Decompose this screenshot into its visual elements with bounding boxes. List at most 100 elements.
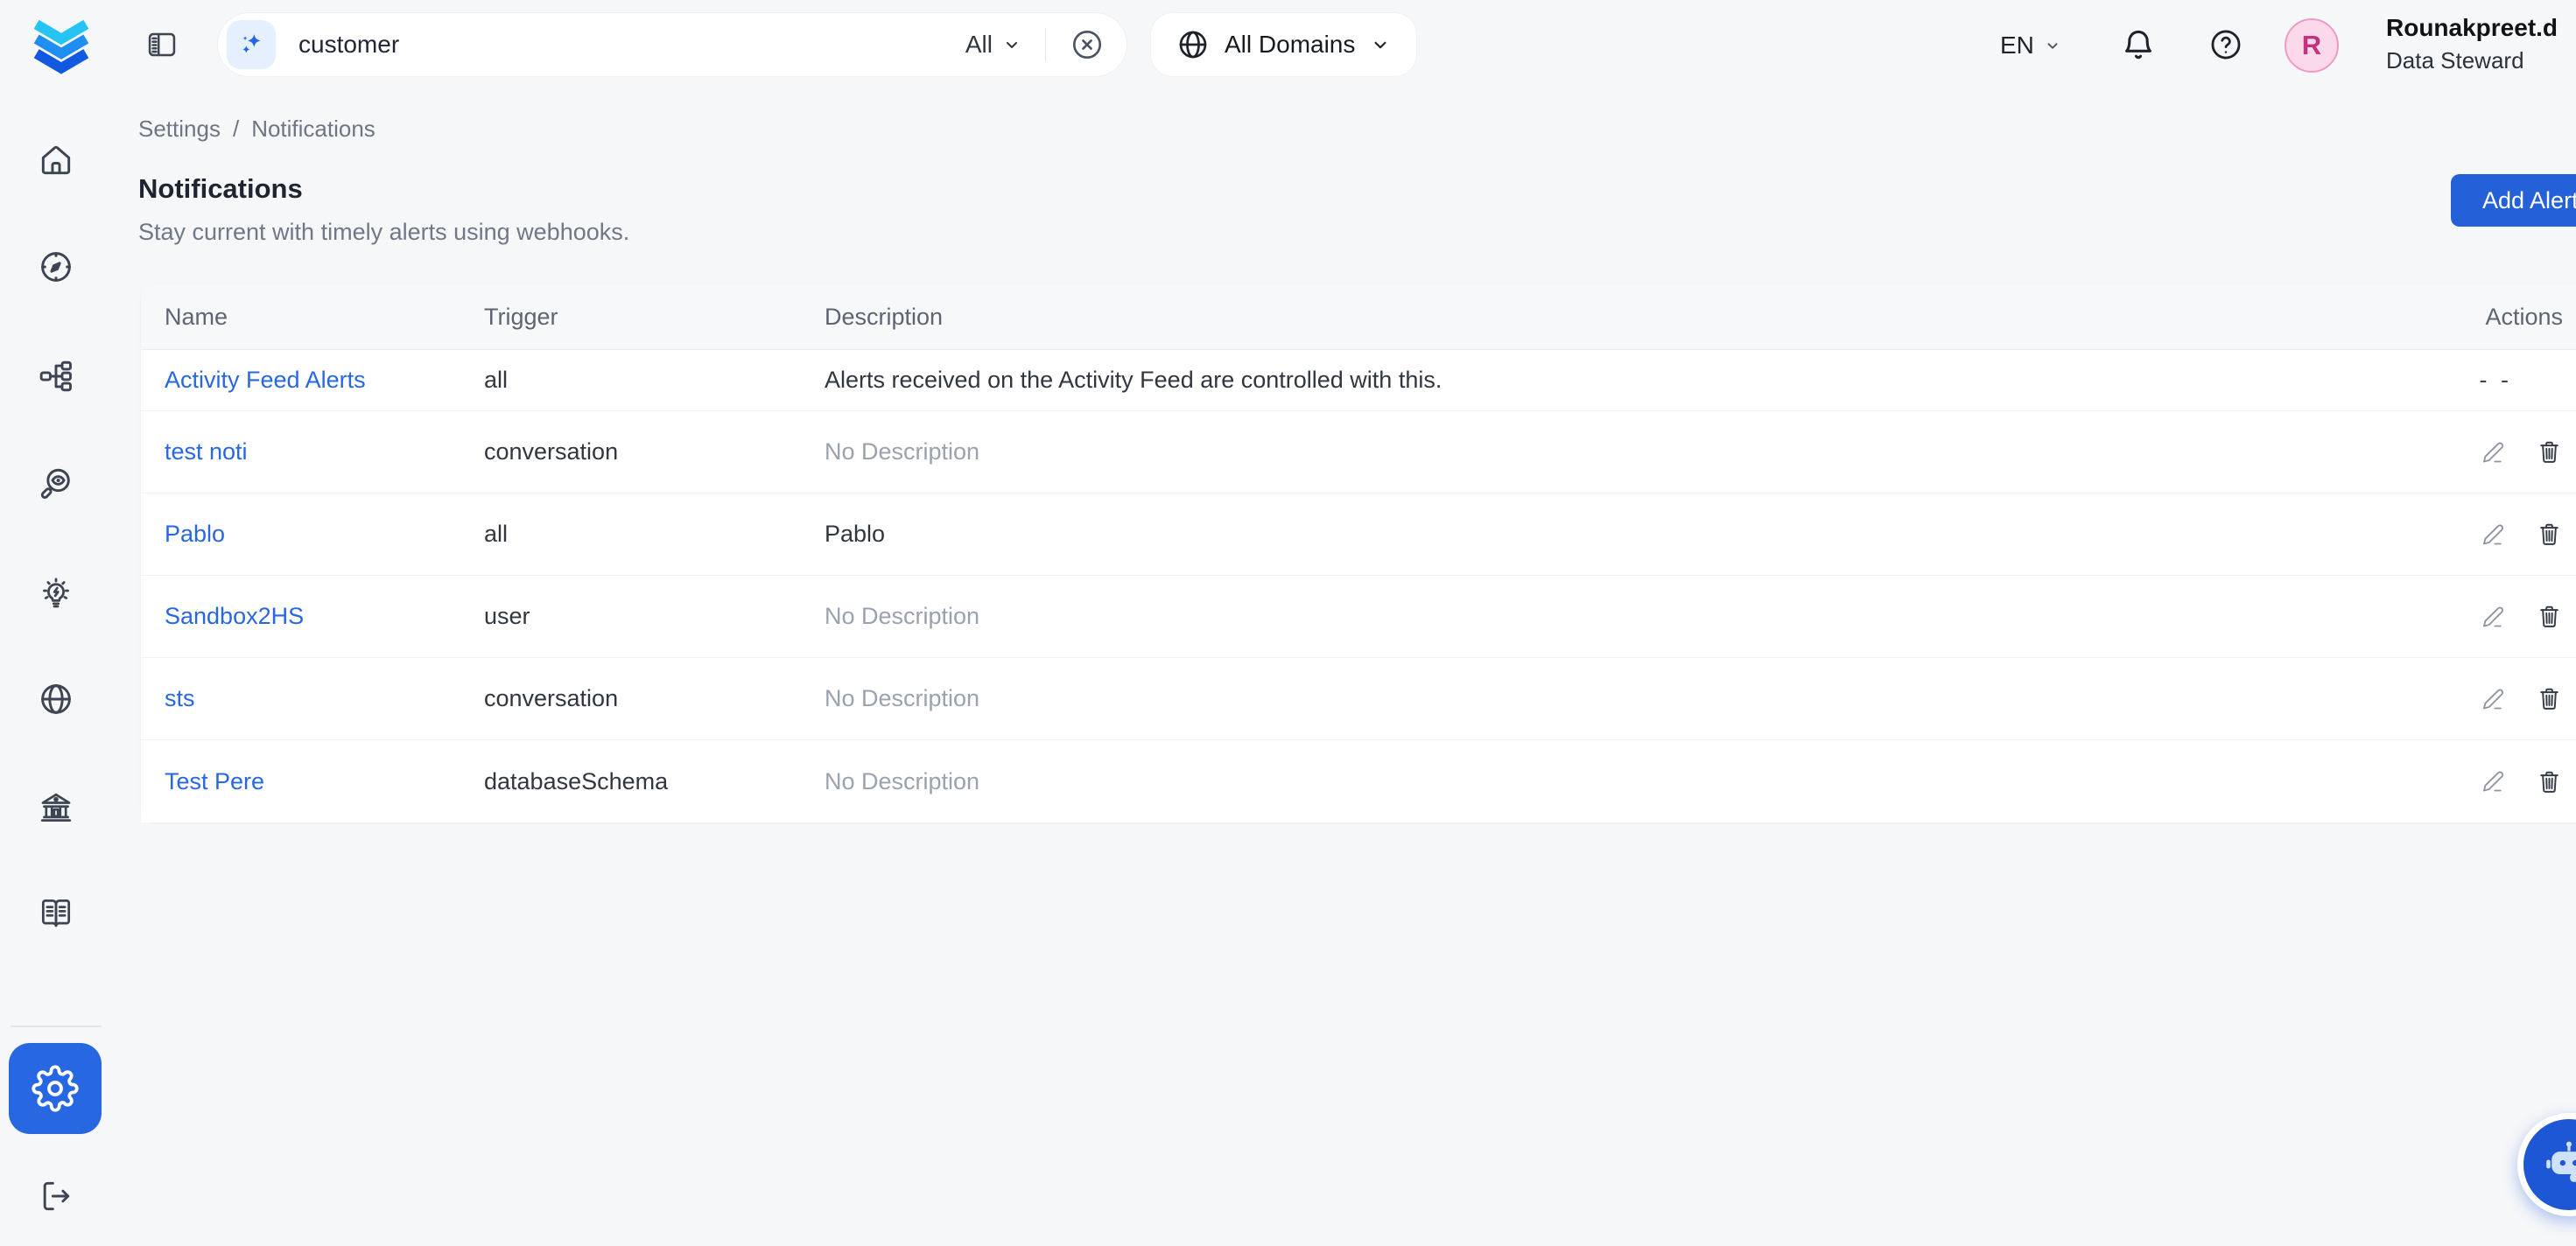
all-domains-label: All Domains (1225, 31, 1355, 59)
alert-actions (2362, 438, 2563, 466)
edit-icon[interactable] (2481, 440, 2506, 465)
table-header: Name Trigger Description Actions (141, 284, 2576, 350)
breadcrumb-settings[interactable]: Settings (138, 116, 221, 143)
search-divider (1045, 28, 1046, 61)
breadcrumb-notifications: Notifications (251, 116, 376, 143)
robot-icon (2540, 1136, 2576, 1194)
language-label: EN (2000, 32, 2034, 60)
alert-description: Pablo (825, 521, 2362, 548)
alert-trigger: all (484, 367, 825, 394)
sidebar-item-govern[interactable] (36, 788, 76, 828)
hierarchy-icon (37, 357, 75, 396)
user-role: Data Steward (2386, 46, 2558, 76)
alert-actions (2362, 768, 2563, 795)
sidebar-item-explore[interactable] (36, 247, 76, 287)
global-search-bar[interactable]: All (217, 12, 1127, 77)
clear-search-icon[interactable] (1069, 26, 1106, 63)
sidebar-item-data-assets[interactable] (36, 356, 76, 396)
search-scope-label: All (965, 31, 993, 59)
globe-icon (1176, 27, 1211, 62)
alert-actions (2362, 685, 2563, 712)
alert-actions (2362, 521, 2563, 548)
home-icon (37, 141, 75, 179)
delete-icon[interactable] (2536, 685, 2563, 712)
sidebar-item-insights[interactable] (36, 573, 76, 613)
all-domains-dropdown[interactable]: All Domains (1150, 12, 1417, 77)
add-alert-button[interactable]: Add Alert (2451, 174, 2576, 227)
user-name: Rounakpreet.d (2386, 12, 2558, 44)
breadcrumb: Settings / Notifications (138, 116, 376, 143)
app-logo-icon[interactable] (26, 10, 96, 80)
alert-trigger: user (484, 603, 825, 630)
logout-icon (37, 1177, 75, 1215)
chatbot-button[interactable] (2517, 1113, 2576, 1216)
column-header-name: Name (165, 304, 484, 331)
sidebar-item-home[interactable] (36, 140, 76, 180)
app-root: { "topbar": { "search": { "value": "cust… (0, 0, 2576, 1246)
edit-icon[interactable] (2481, 522, 2506, 547)
delete-icon[interactable] (2536, 521, 2563, 548)
alert-trigger: databaseSchema (484, 768, 825, 795)
notifications-bell-icon[interactable] (2118, 24, 2158, 65)
alert-name-link[interactable]: Sandbox2HS (165, 603, 304, 629)
alert-description: Alerts received on the Activity Feed are… (825, 367, 2362, 394)
delete-icon[interactable] (2536, 603, 2563, 630)
alert-trigger: all (484, 521, 825, 548)
page-title: Notifications (138, 173, 303, 205)
table-row: Test Pere databaseSchema No Description (141, 740, 2576, 822)
table-row: Activity Feed Alerts all Alerts received… (141, 350, 2576, 411)
avatar-initial: R (2302, 30, 2321, 61)
sidebar-item-settings[interactable] (9, 1043, 102, 1134)
user-menu[interactable]: Rounakpreet.d Data Steward (2386, 12, 2558, 76)
gear-icon (32, 1065, 79, 1112)
globe-icon (37, 680, 75, 718)
alert-trigger: conversation (484, 685, 825, 712)
alert-actions: - - (2362, 367, 2563, 394)
help-icon[interactable] (2207, 26, 2244, 63)
alert-description: No Description (825, 685, 2362, 712)
user-avatar[interactable]: R (2285, 18, 2339, 73)
table-row: Sandbox2HS user No Description (141, 576, 2576, 658)
language-dropdown[interactable]: EN (2000, 23, 2062, 68)
alert-name-link[interactable]: Test Pere (165, 768, 264, 794)
sidebar-item-logout[interactable] (36, 1176, 76, 1216)
sidebar-divider (11, 1026, 102, 1027)
compass-icon (37, 248, 75, 286)
table-row: test noti conversation No Description (141, 411, 2576, 494)
no-actions-placeholder: - - (2480, 367, 2512, 394)
alert-description: No Description (825, 438, 2362, 466)
sidebar-item-domains[interactable] (36, 679, 76, 719)
edit-icon[interactable] (2481, 605, 2506, 629)
alert-name-link[interactable]: Activity Feed Alerts (165, 367, 366, 393)
delete-icon[interactable] (2536, 768, 2563, 795)
search-scope-dropdown[interactable]: All (965, 31, 1022, 59)
bank-icon (37, 788, 75, 827)
alert-actions (2362, 603, 2563, 630)
chevron-down-icon (2043, 36, 2062, 55)
alert-trigger: conversation (484, 438, 825, 466)
ai-sparkle-icon[interactable] (227, 20, 276, 69)
edit-icon[interactable] (2481, 687, 2506, 711)
sidebar-item-observability[interactable] (36, 464, 76, 504)
chevron-down-icon (1001, 34, 1022, 55)
alert-name-link[interactable]: sts (165, 685, 195, 711)
page-subtitle: Stay current with timely alerts using we… (138, 219, 629, 246)
column-header-actions: Actions (2485, 304, 2563, 331)
search-eye-icon (37, 465, 75, 503)
search-input[interactable] (298, 31, 965, 59)
table-row: Pablo all Pablo (141, 494, 2576, 576)
chevron-down-icon (1369, 33, 1392, 56)
alert-description: No Description (825, 768, 2362, 795)
edit-icon[interactable] (2481, 769, 2506, 794)
lightbulb-icon (37, 574, 75, 612)
table-row: sts conversation No Description (141, 658, 2576, 740)
table-body: Activity Feed Alerts all Alerts received… (141, 350, 2576, 822)
sidebar-item-glossary[interactable] (36, 893, 76, 934)
delete-icon[interactable] (2536, 438, 2563, 466)
breadcrumb-separator: / (233, 116, 239, 143)
open-book-icon (37, 894, 75, 933)
sidebar-toggle-icon[interactable] (145, 28, 179, 61)
alert-name-link[interactable]: Pablo (165, 521, 225, 547)
alert-description: No Description (825, 603, 2362, 630)
alert-name-link[interactable]: test noti (165, 438, 248, 465)
